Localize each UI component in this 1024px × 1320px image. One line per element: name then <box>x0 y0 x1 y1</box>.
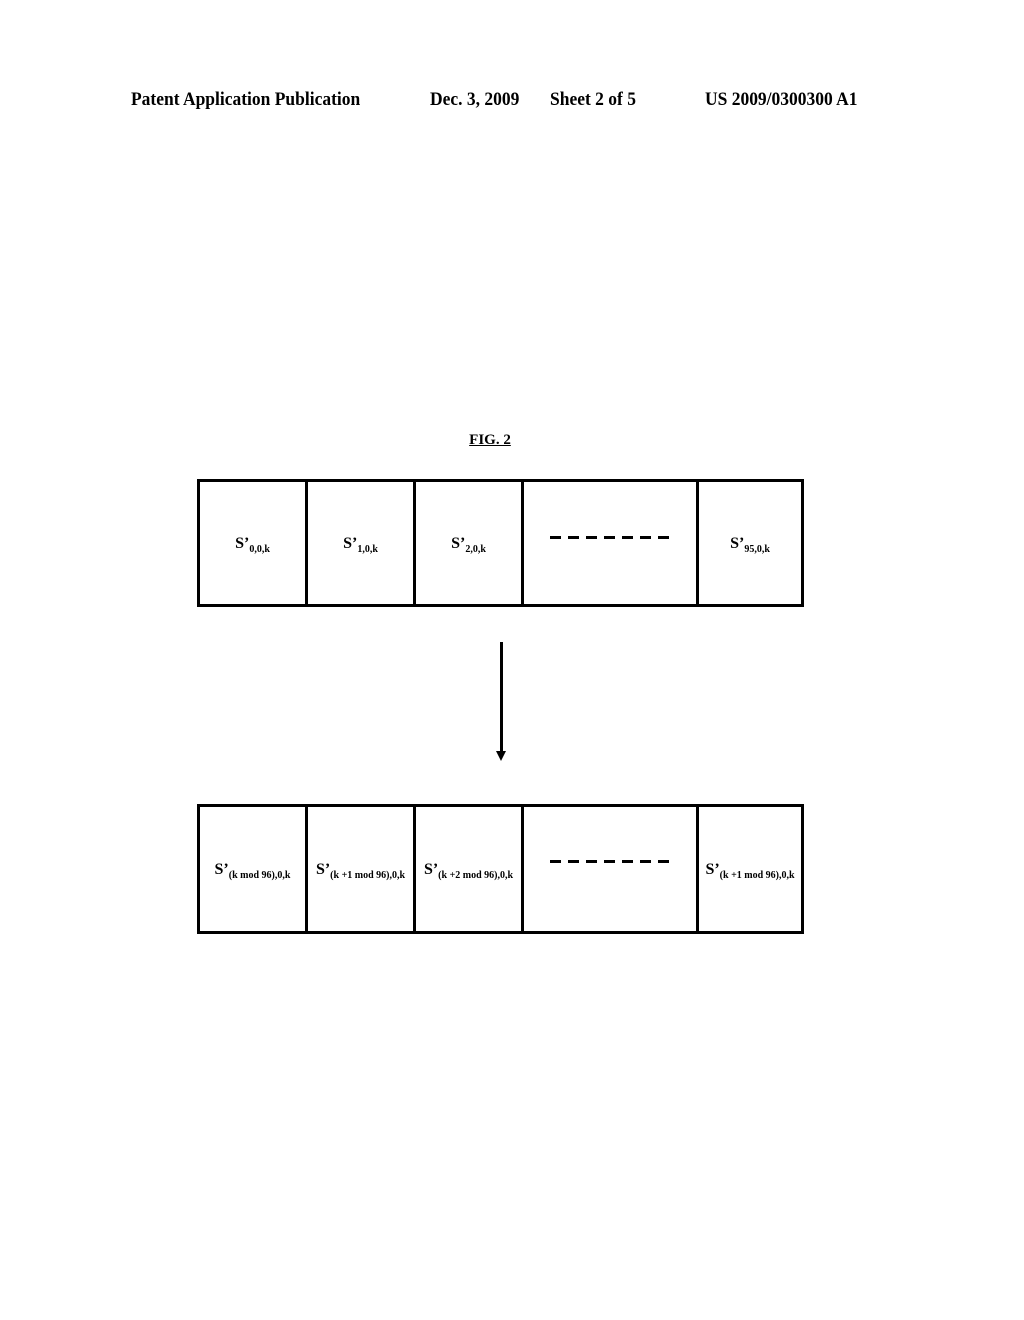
cell-label: S’2,0,k <box>451 535 486 555</box>
down-arrow-shaft <box>500 642 503 752</box>
header-patent-number: US 2009/0300300 A1 <box>705 89 858 110</box>
bottom-cell-0: S’(k mod 96),0,k <box>200 807 308 931</box>
cell-label: S’(k mod 96),0,k <box>214 861 291 881</box>
top-cell-95: S’95,0,k <box>699 482 801 604</box>
top-cell-2: S’2,0,k <box>416 482 524 604</box>
bottom-cell-last: S’(k +1 mod 96),0,k <box>699 807 801 931</box>
header-date: Dec. 3, 2009 <box>430 89 520 110</box>
cell-label: S’95,0,k <box>730 535 770 555</box>
dashed-ellipsis-icon <box>550 536 672 539</box>
cell-label: S’1,0,k <box>343 535 378 555</box>
down-arrow-icon <box>496 751 506 761</box>
top-sequence-row: S’0,0,k S’1,0,k S’2,0,k S’95,0,k <box>197 479 804 607</box>
top-cell-0: S’0,0,k <box>200 482 308 604</box>
cell-label: S’(k +1 mod 96),0,k <box>705 861 795 881</box>
bottom-cell-1: S’(k +1 mod 96),0,k <box>308 807 416 931</box>
header-sheet: Sheet 2 of 5 <box>550 89 636 110</box>
bottom-cell-2: S’(k +2 mod 96),0,k <box>416 807 524 931</box>
header-publication: Patent Application Publication <box>131 89 361 110</box>
bottom-cell-ellipsis <box>524 807 699 931</box>
top-cell-ellipsis <box>524 482 699 604</box>
top-cell-1: S’1,0,k <box>308 482 416 604</box>
figure-title: FIG. 2 <box>469 432 511 448</box>
cell-label: S’0,0,k <box>235 535 270 555</box>
bottom-sequence-row: S’(k mod 96),0,k S’(k +1 mod 96),0,k S’(… <box>197 804 804 934</box>
cell-label: S’(k +1 mod 96),0,k <box>315 861 406 881</box>
cell-label: S’(k +2 mod 96),0,k <box>423 861 514 881</box>
dashed-ellipsis-icon <box>550 860 672 863</box>
